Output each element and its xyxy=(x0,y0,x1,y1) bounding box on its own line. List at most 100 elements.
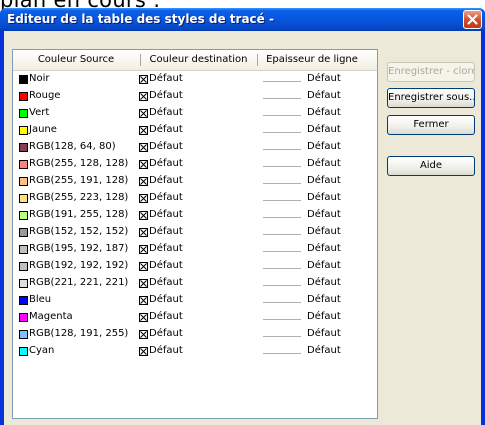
close-button[interactable]: Fermer xyxy=(387,115,475,135)
table-row[interactable]: Bleu Défaut Défaut xyxy=(13,293,377,310)
line-thickness-preview xyxy=(263,302,301,303)
table-row[interactable]: RGB(128, 64, 80) Défaut Défaut xyxy=(13,140,377,157)
source-color-label: Cyan xyxy=(29,345,55,356)
source-color-label: RGB(128, 64, 80) xyxy=(29,141,116,152)
destination-color-value[interactable]: Défaut xyxy=(149,209,183,220)
table-row[interactable]: RGB(255, 191, 128) Défaut Défaut xyxy=(13,174,377,191)
no-color-checkbox-icon[interactable] xyxy=(139,245,148,254)
source-color-label: Jaune xyxy=(29,124,57,135)
color-swatch xyxy=(19,177,28,186)
line-thickness-value[interactable]: Défaut xyxy=(307,141,341,152)
no-color-checkbox-icon[interactable] xyxy=(139,211,148,220)
line-thickness-value[interactable]: Défaut xyxy=(307,73,341,84)
line-thickness-value[interactable]: Défaut xyxy=(307,345,341,356)
header-source-color[interactable]: Couleur Source xyxy=(13,50,139,70)
window-title: Editeur de la table des styles de tracé … xyxy=(7,12,274,26)
color-swatch xyxy=(19,296,28,305)
table-row[interactable]: Noir Défaut Défaut xyxy=(13,72,377,89)
destination-color-value[interactable]: Défaut xyxy=(149,277,183,288)
line-thickness-value[interactable]: Défaut xyxy=(307,124,341,135)
no-color-checkbox-icon[interactable] xyxy=(139,194,148,203)
destination-color-value[interactable]: Défaut xyxy=(149,226,183,237)
styles-table[interactable]: Couleur Source Couleur destination Epais… xyxy=(12,49,378,419)
source-color-label: RGB(192, 192, 192) xyxy=(29,260,129,271)
line-thickness-value[interactable]: Défaut xyxy=(307,209,341,220)
no-color-checkbox-icon[interactable] xyxy=(139,279,148,288)
line-thickness-value[interactable]: Défaut xyxy=(307,311,341,322)
destination-color-value[interactable]: Défaut xyxy=(149,141,183,152)
line-thickness-value[interactable]: Défaut xyxy=(307,294,341,305)
line-thickness-value[interactable]: Défaut xyxy=(307,192,341,203)
destination-color-value[interactable]: Défaut xyxy=(149,260,183,271)
table-row[interactable]: RGB(255, 128, 128) Défaut Défaut xyxy=(13,157,377,174)
save-as-button[interactable]: Enregistrer sous... xyxy=(387,88,475,108)
table-row[interactable]: RGB(255, 223, 128) Défaut Défaut xyxy=(13,191,377,208)
table-row[interactable]: RGB(195, 192, 187) Défaut Défaut xyxy=(13,242,377,259)
no-color-checkbox-icon[interactable] xyxy=(139,75,148,84)
no-color-checkbox-icon[interactable] xyxy=(139,330,148,339)
table-row[interactable]: Vert Défaut Défaut xyxy=(13,106,377,123)
color-swatch xyxy=(19,262,28,271)
header-destination-color[interactable]: Couleur destination xyxy=(141,50,256,70)
source-color-label: RGB(152, 152, 152) xyxy=(29,226,129,237)
no-color-checkbox-icon[interactable] xyxy=(139,313,148,322)
line-thickness-preview xyxy=(263,132,301,133)
line-thickness-value[interactable]: Défaut xyxy=(307,158,341,169)
no-color-checkbox-icon[interactable] xyxy=(139,126,148,135)
save-close-button[interactable]: Enregistrer - clore xyxy=(387,62,475,82)
no-color-checkbox-icon[interactable] xyxy=(139,296,148,305)
color-swatch xyxy=(19,75,28,84)
destination-color-value[interactable]: Défaut xyxy=(149,158,183,169)
source-color-label: Vert xyxy=(29,107,50,118)
no-color-checkbox-icon[interactable] xyxy=(139,177,148,186)
color-swatch xyxy=(19,347,28,356)
table-row[interactable]: RGB(128, 191, 255) Défaut Défaut xyxy=(13,327,377,344)
line-thickness-preview xyxy=(263,268,301,269)
destination-color-value[interactable]: Défaut xyxy=(149,107,183,118)
table-row[interactable]: RGB(191, 255, 128) Défaut Défaut xyxy=(13,208,377,225)
line-thickness-value[interactable]: Défaut xyxy=(307,328,341,339)
table-row[interactable]: RGB(192, 192, 192) Défaut Défaut xyxy=(13,259,377,276)
destination-color-value[interactable]: Défaut xyxy=(149,345,183,356)
table-row[interactable]: Magenta Défaut Défaut xyxy=(13,310,377,327)
title-bar[interactable]: Editeur de la table des styles de tracé … xyxy=(0,8,485,31)
line-thickness-value[interactable]: Défaut xyxy=(307,226,341,237)
line-thickness-preview xyxy=(263,285,301,286)
destination-color-value[interactable]: Défaut xyxy=(149,328,183,339)
destination-color-value[interactable]: Défaut xyxy=(149,73,183,84)
destination-color-value[interactable]: Défaut xyxy=(149,294,183,305)
close-window-button[interactable] xyxy=(463,10,482,29)
line-thickness-value[interactable]: Défaut xyxy=(307,90,341,101)
table-row[interactable]: RGB(221, 221, 221) Défaut Défaut xyxy=(13,276,377,293)
table-row[interactable]: Cyan Défaut Défaut xyxy=(13,344,377,361)
line-thickness-preview xyxy=(263,81,301,82)
no-color-checkbox-icon[interactable] xyxy=(139,160,148,169)
no-color-checkbox-icon[interactable] xyxy=(139,347,148,356)
no-color-checkbox-icon[interactable] xyxy=(139,262,148,271)
line-thickness-value[interactable]: Défaut xyxy=(307,107,341,118)
dialog-window: Editeur de la table des styles de tracé … xyxy=(0,8,485,425)
line-thickness-value[interactable]: Défaut xyxy=(307,175,341,186)
no-color-checkbox-icon[interactable] xyxy=(139,228,148,237)
destination-color-value[interactable]: Défaut xyxy=(149,124,183,135)
destination-color-value[interactable]: Défaut xyxy=(149,90,183,101)
line-thickness-preview xyxy=(263,98,301,99)
destination-color-value[interactable]: Défaut xyxy=(149,175,183,186)
no-color-checkbox-icon[interactable] xyxy=(139,92,148,101)
line-thickness-value[interactable]: Défaut xyxy=(307,243,341,254)
no-color-checkbox-icon[interactable] xyxy=(139,109,148,118)
no-color-checkbox-icon[interactable] xyxy=(139,143,148,152)
line-thickness-value[interactable]: Défaut xyxy=(307,260,341,271)
help-button[interactable]: Aide xyxy=(387,156,475,176)
destination-color-value[interactable]: Défaut xyxy=(149,311,183,322)
color-swatch xyxy=(19,245,28,254)
color-swatch xyxy=(19,92,28,101)
line-thickness-preview xyxy=(263,217,301,218)
table-row[interactable]: Jaune Défaut Défaut xyxy=(13,123,377,140)
table-row[interactable]: RGB(152, 152, 152) Défaut Défaut xyxy=(13,225,377,242)
header-line-thickness[interactable]: Epaisseur de ligne xyxy=(258,50,366,70)
table-row[interactable]: Rouge Défaut Défaut xyxy=(13,89,377,106)
line-thickness-value[interactable]: Défaut xyxy=(307,277,341,288)
destination-color-value[interactable]: Défaut xyxy=(149,192,183,203)
destination-color-value[interactable]: Défaut xyxy=(149,243,183,254)
